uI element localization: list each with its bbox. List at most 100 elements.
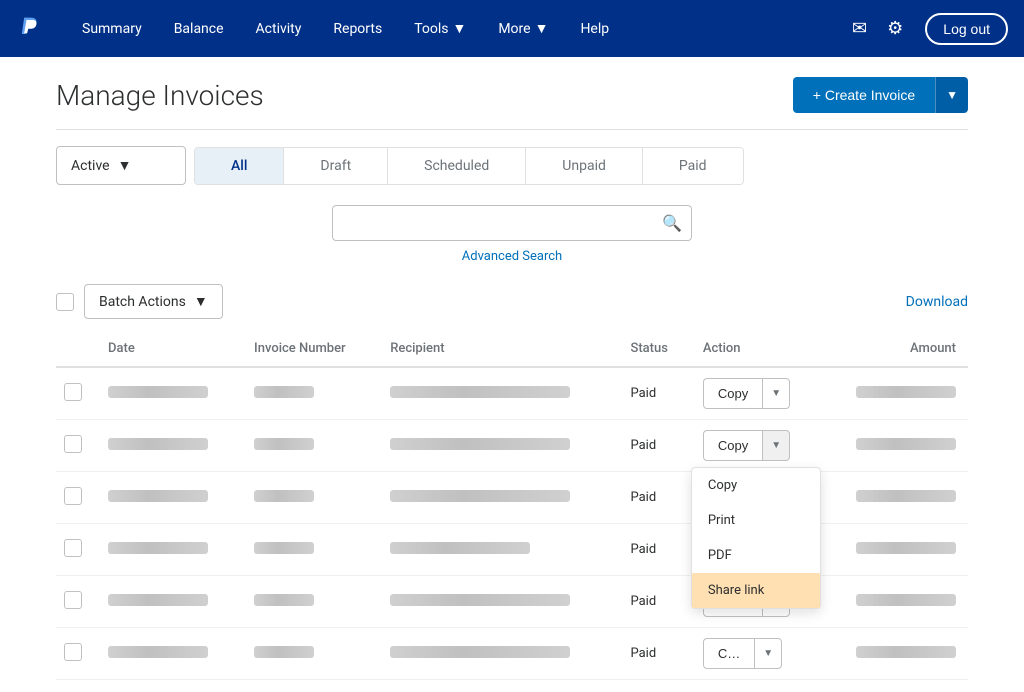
- table-header-row: Date Invoice Number Recipient Status Act…: [56, 331, 968, 367]
- search-input[interactable]: [332, 205, 692, 241]
- status-value: Paid: [618, 524, 690, 576]
- tab-scheduled[interactable]: Scheduled: [388, 148, 526, 184]
- recipient-value: [390, 542, 530, 554]
- recipient-value: [390, 490, 570, 502]
- action-caret-button[interactable]: ▼: [762, 378, 790, 409]
- amount-value: [856, 542, 956, 554]
- invoice-number-value: [254, 438, 314, 450]
- page-header: Manage Invoices + Create Invoice ▼: [56, 57, 968, 129]
- settings-icon[interactable]: ⚙: [881, 12, 909, 45]
- th-recipient: Recipient: [378, 331, 618, 367]
- row-checkbox[interactable]: [64, 591, 82, 609]
- tab-paid[interactable]: Paid: [643, 148, 743, 184]
- table-row: Paid C… ▼: [56, 628, 968, 680]
- search-wrap: 🔍: [332, 205, 692, 241]
- invoice-number-value: [254, 542, 314, 554]
- filter-section: Active ▼ All Draft Scheduled Unpaid Paid: [56, 130, 968, 185]
- dropdown-item-print[interactable]: Print: [692, 503, 820, 538]
- create-invoice-group: + Create Invoice ▼: [793, 77, 968, 113]
- dropdown-item-copy[interactable]: Copy: [692, 468, 820, 503]
- filter-dropdown-caret: ▼: [118, 157, 132, 174]
- amount-value: [856, 646, 956, 658]
- advanced-search-link[interactable]: Advanced Search: [462, 249, 562, 264]
- dropdown-item-pdf[interactable]: PDF: [692, 538, 820, 573]
- nav-summary[interactable]: Summary: [68, 13, 156, 45]
- action-copy-button[interactable]: C…: [703, 638, 754, 669]
- row-checkbox[interactable]: [64, 487, 82, 505]
- amount-value: [856, 438, 956, 450]
- action-group: Copy ▼: [703, 430, 790, 461]
- table-row: Paid Copy ▼: [56, 367, 968, 420]
- recipient-value: [390, 386, 570, 398]
- invoice-number-value: [254, 646, 314, 658]
- logout-button[interactable]: Log out: [925, 13, 1008, 45]
- batch-actions-dropdown[interactable]: Batch Actions ▼: [84, 284, 223, 319]
- nav-tools[interactable]: Tools ▼: [400, 12, 480, 45]
- action-caret-button[interactable]: ▼: [754, 638, 782, 669]
- th-invoice-number: Invoice Number: [242, 331, 378, 367]
- status-value: Paid: [618, 628, 690, 680]
- date-value: [108, 490, 208, 502]
- tab-unpaid[interactable]: Unpaid: [526, 148, 643, 184]
- page-title: Manage Invoices: [56, 79, 264, 112]
- nav-help[interactable]: Help: [566, 13, 623, 45]
- batch-actions-caret: ▼: [194, 293, 208, 310]
- tab-draft[interactable]: Draft: [284, 148, 388, 184]
- messages-icon[interactable]: ✉: [846, 12, 873, 45]
- table-section: Batch Actions ▼ Download Date Invoice Nu…: [56, 272, 968, 692]
- date-value: [108, 542, 208, 554]
- action-dropdown-menu: Copy Print PDF Share link: [691, 467, 821, 609]
- th-checkbox: [56, 331, 96, 367]
- select-all-checkbox[interactable]: [56, 293, 74, 311]
- invoice-number-value: [254, 594, 314, 606]
- table-row: Paid Copy ▼: [56, 472, 968, 524]
- invoice-number-value: [254, 386, 314, 398]
- batch-actions-label: Batch Actions: [99, 294, 186, 310]
- recipient-value: [390, 646, 570, 658]
- tab-group: All Draft Scheduled Unpaid Paid: [194, 147, 744, 185]
- nav-icons: ✉ ⚙ Log out: [846, 12, 1008, 45]
- filter-dropdown-label: Active: [71, 158, 110, 174]
- main-content: Manage Invoices + Create Invoice ▼ Activ…: [32, 57, 992, 692]
- table-row: Paid Copy ▼: [56, 524, 968, 576]
- status-value: Paid: [618, 420, 690, 472]
- date-value: [108, 438, 208, 450]
- invoice-table: Date Invoice Number Recipient Status Act…: [56, 331, 968, 680]
- table-row: Paid Copy ▼: [56, 576, 968, 628]
- status-value: Paid: [618, 367, 690, 420]
- nav-activity[interactable]: Activity: [242, 13, 316, 45]
- create-invoice-caret[interactable]: ▼: [935, 77, 968, 113]
- paypal-logo[interactable]: [16, 13, 44, 45]
- create-invoice-button[interactable]: + Create Invoice: [793, 77, 935, 113]
- nav-reports[interactable]: Reports: [319, 13, 396, 45]
- action-copy-button[interactable]: Copy: [703, 378, 762, 409]
- row-checkbox[interactable]: [64, 539, 82, 557]
- date-value: [108, 594, 208, 606]
- toolbar-left: Batch Actions ▼: [56, 284, 223, 319]
- amount-value: [856, 594, 956, 606]
- row-checkbox[interactable]: [64, 435, 82, 453]
- nav-more[interactable]: More ▼: [484, 12, 562, 45]
- search-section: 🔍 Advanced Search: [56, 185, 968, 272]
- row-checkbox[interactable]: [64, 383, 82, 401]
- date-value: [108, 646, 208, 658]
- dropdown-item-share-link[interactable]: Share link: [692, 573, 820, 608]
- nav-balance[interactable]: Balance: [160, 13, 238, 45]
- th-action: Action: [691, 331, 822, 367]
- amount-value: [856, 386, 956, 398]
- action-caret-button[interactable]: ▼: [762, 430, 790, 461]
- tab-all[interactable]: All: [195, 148, 284, 184]
- recipient-value: [390, 594, 570, 606]
- action-group: Copy ▼: [703, 378, 790, 409]
- table-row: Paid Copy ▼ Copy Print PDF Shar: [56, 420, 968, 472]
- row-checkbox[interactable]: [64, 643, 82, 661]
- th-amount: Amount: [822, 331, 968, 367]
- status-value: Paid: [618, 472, 690, 524]
- th-date: Date: [96, 331, 242, 367]
- navbar: Summary Balance Activity Reports Tools ▼…: [0, 0, 1024, 57]
- action-copy-button[interactable]: Copy: [703, 430, 762, 461]
- filter-dropdown[interactable]: Active ▼: [56, 146, 186, 185]
- action-group: C… ▼: [703, 638, 782, 669]
- search-icon: 🔍: [662, 214, 682, 233]
- download-link[interactable]: Download: [906, 294, 968, 310]
